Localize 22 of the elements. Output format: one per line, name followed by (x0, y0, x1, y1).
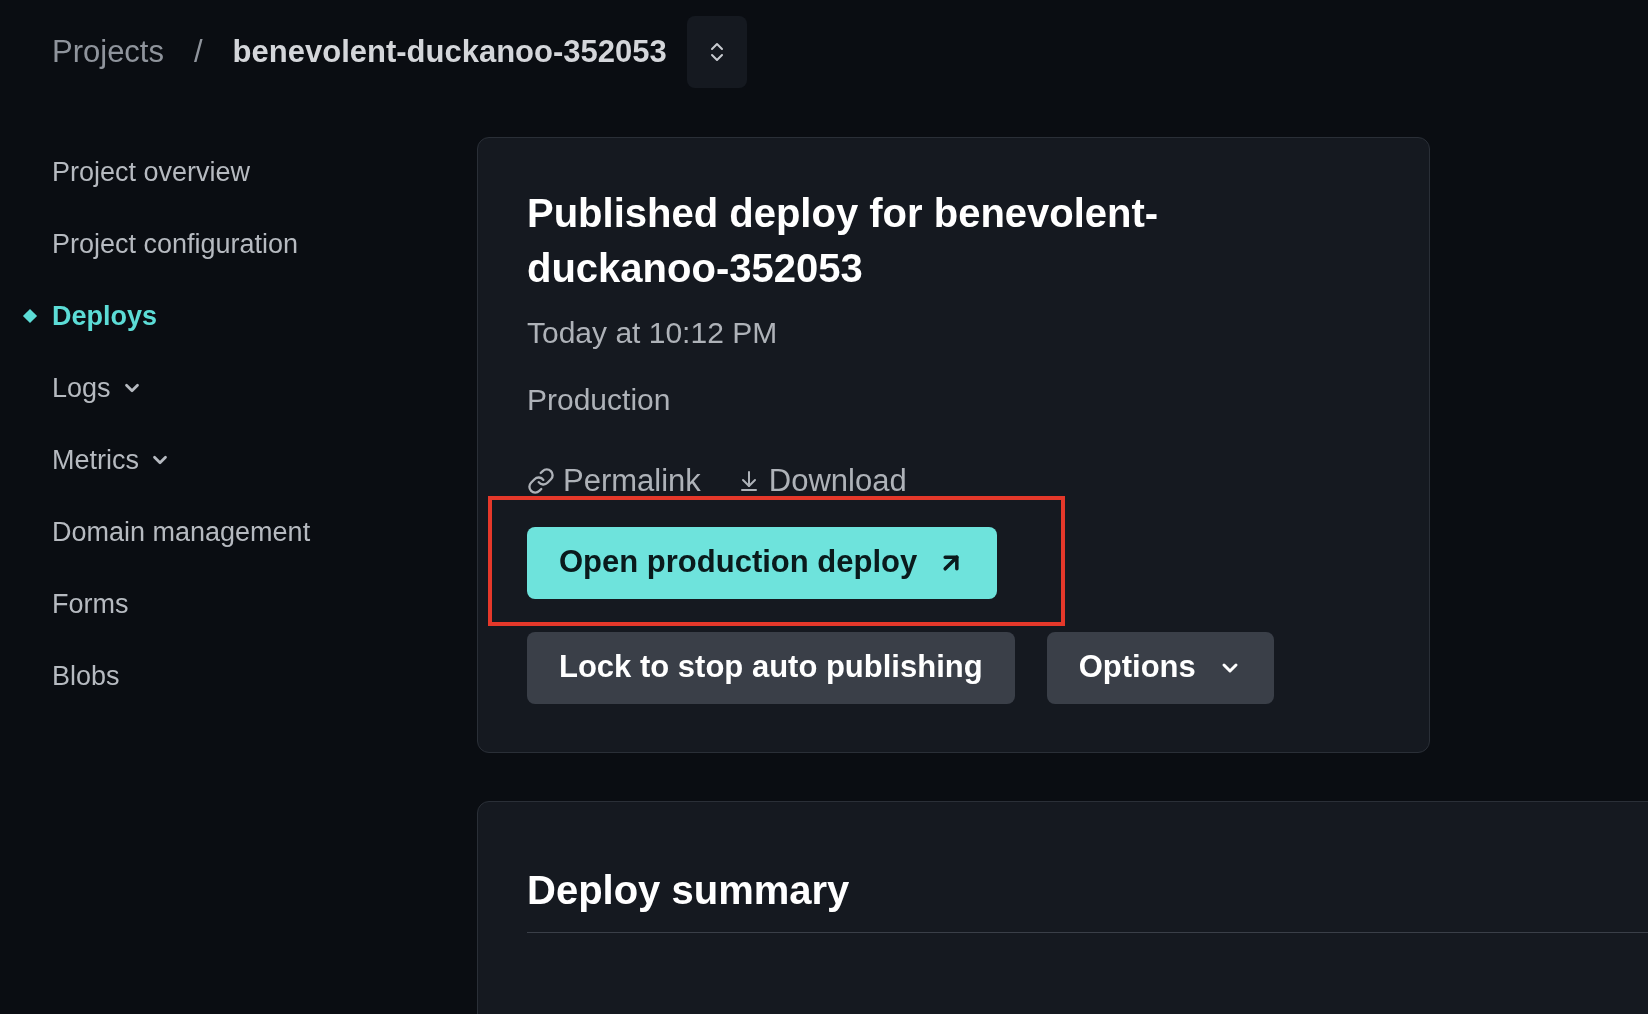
breadcrumb-separator: / (194, 32, 203, 71)
deploy-context: Production (527, 382, 672, 418)
deploy-time: Today at 10:12 PM (527, 315, 779, 351)
project-switcher-button[interactable] (686, 16, 747, 88)
project-name: benevolent-duckanoo-352053 (232, 32, 667, 71)
breadcrumb-link[interactable]: Projects (52, 28, 164, 76)
link-icon (527, 467, 555, 496)
open-deploy-button[interactable]: Open production deploy (527, 526, 998, 599)
sidebar-item[interactable]: Deploys (52, 295, 158, 337)
sidebar-item[interactable]: Logs (52, 367, 143, 409)
sidebar-item[interactable]: Metrics (52, 439, 171, 481)
sidebar-item[interactable]: Forms (52, 583, 129, 625)
card-link[interactable]: Download (736, 458, 907, 505)
secondary-button[interactable]: Options (1046, 631, 1274, 704)
sidebar-item[interactable]: Project configuration (52, 223, 299, 265)
secondary-button[interactable]: Lock to stop auto publishing (527, 631, 1015, 704)
sidebar-item[interactable]: Project overview (52, 151, 251, 193)
card-title: Published deploy for benevolent-duckanoo-352053 (527, 190, 1160, 292)
card-link[interactable]: Permalink (527, 458, 701, 505)
sidebar-item[interactable]: Blobs (52, 655, 120, 697)
sidebar-item[interactable]: Domain management (52, 511, 311, 553)
section-title: Deploy summary (527, 859, 1648, 933)
